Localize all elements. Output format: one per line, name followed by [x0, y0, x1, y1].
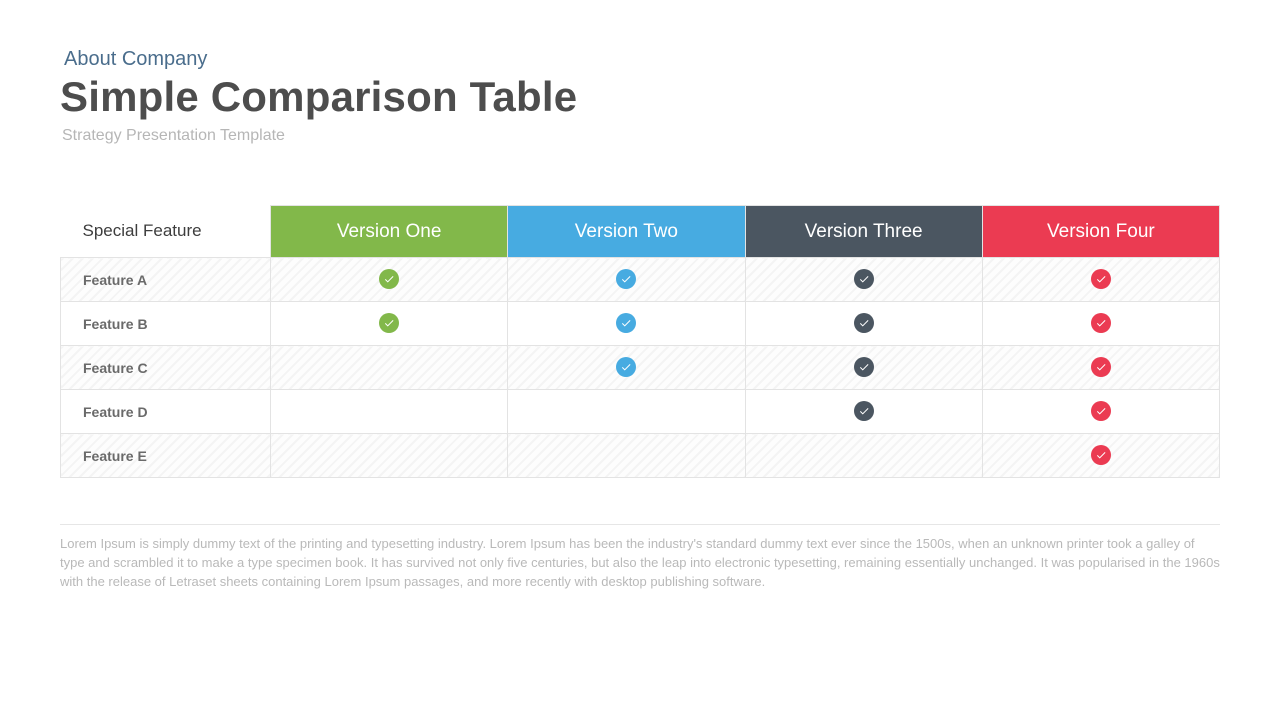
feature-cell	[982, 258, 1219, 302]
feature-cell	[982, 390, 1219, 434]
check-icon	[1091, 445, 1111, 465]
column-header-version-four: Version Four	[982, 206, 1219, 258]
feature-cell	[745, 346, 982, 390]
check-icon	[1091, 357, 1111, 377]
check-icon	[854, 313, 874, 333]
feature-cell	[982, 434, 1219, 478]
page-title: Simple Comparison Table	[60, 73, 1220, 121]
column-header-version-three: Version Three	[745, 206, 982, 258]
table-header-row: Special Feature Version One Version Two …	[61, 206, 1220, 258]
feature-cell	[508, 346, 745, 390]
footnote-divider	[60, 524, 1220, 525]
check-icon	[1091, 313, 1111, 333]
feature-cell	[982, 302, 1219, 346]
feature-cell	[745, 390, 982, 434]
table-row: Feature E	[61, 434, 1220, 478]
footnote-text: Lorem Ipsum is simply dummy text of the …	[60, 535, 1220, 592]
feature-cell	[508, 258, 745, 302]
table-row: Feature B	[61, 302, 1220, 346]
table-row: Feature C	[61, 346, 1220, 390]
check-icon	[1091, 269, 1111, 289]
page-subtitle: Strategy Presentation Template	[62, 127, 1220, 145]
column-header-version-two: Version Two	[508, 206, 745, 258]
table-row: Feature D	[61, 390, 1220, 434]
comparison-table: Special Feature Version One Version Two …	[60, 205, 1220, 478]
slide: About Company Simple Comparison Table St…	[0, 0, 1280, 720]
eyebrow-text: About Company	[64, 48, 1220, 71]
feature-cell	[271, 302, 508, 346]
feature-cell	[508, 390, 745, 434]
feature-cell	[271, 258, 508, 302]
check-icon	[379, 313, 399, 333]
check-icon	[616, 269, 636, 289]
feature-cell	[508, 434, 745, 478]
check-icon	[616, 357, 636, 377]
table-row: Feature A	[61, 258, 1220, 302]
feature-label: Feature D	[61, 390, 271, 434]
check-icon	[854, 401, 874, 421]
column-header-version-one: Version One	[271, 206, 508, 258]
feature-cell	[982, 346, 1219, 390]
feature-cell	[745, 302, 982, 346]
table-body: Feature AFeature BFeature CFeature DFeat…	[61, 258, 1220, 478]
feature-cell	[745, 434, 982, 478]
feature-cell	[508, 302, 745, 346]
feature-label: Feature A	[61, 258, 271, 302]
feature-cell	[271, 434, 508, 478]
feature-cell	[271, 390, 508, 434]
check-icon	[1091, 401, 1111, 421]
check-icon	[616, 313, 636, 333]
check-icon	[854, 357, 874, 377]
feature-cell	[271, 346, 508, 390]
feature-label: Feature B	[61, 302, 271, 346]
feature-label: Feature E	[61, 434, 271, 478]
check-icon	[379, 269, 399, 289]
row-header-label: Special Feature	[61, 206, 271, 258]
feature-cell	[745, 258, 982, 302]
check-icon	[854, 269, 874, 289]
feature-label: Feature C	[61, 346, 271, 390]
